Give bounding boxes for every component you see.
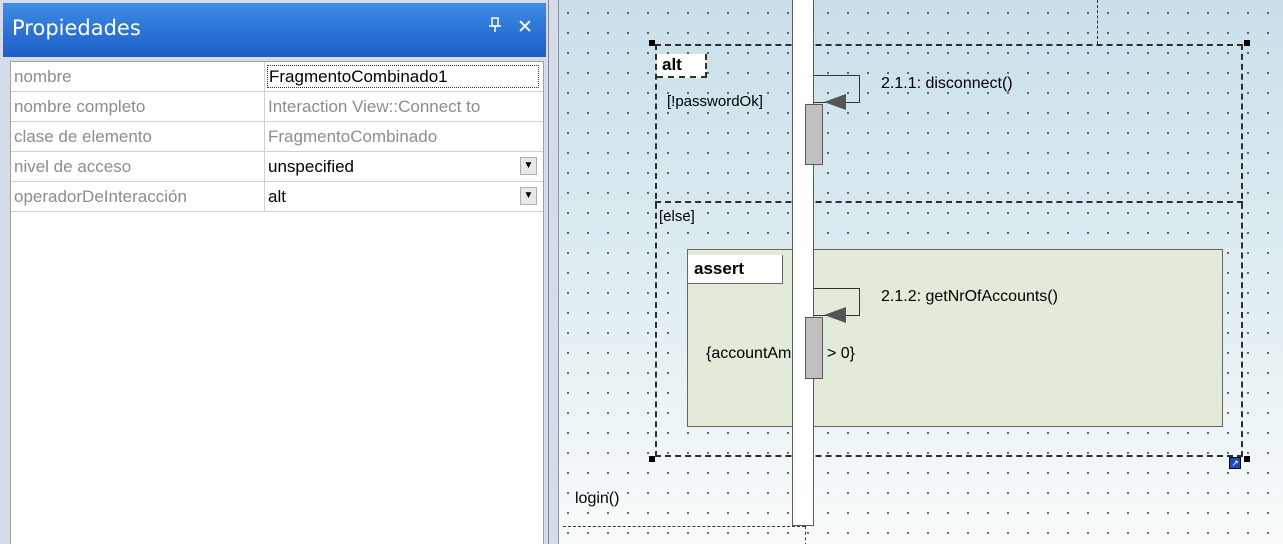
property-name: clase de elemento bbox=[11, 122, 265, 151]
message-login[interactable]: login() bbox=[575, 489, 619, 509]
interaction-operator-select[interactable]: alt ▼ bbox=[265, 182, 543, 211]
alt-fragment-label: alt bbox=[657, 54, 707, 78]
property-row-clase-de-elemento: clase de elemento FragmentoCombinado bbox=[11, 122, 543, 152]
chevron-down-icon[interactable]: ▼ bbox=[520, 187, 537, 205]
name-field[interactable] bbox=[267, 65, 539, 88]
close-icon[interactable]: ✕ bbox=[515, 16, 535, 40]
property-row-nivel-de-acceso[interactable]: nivel de acceso unspecified ▼ bbox=[11, 152, 543, 182]
assert-fragment-label: assert bbox=[688, 255, 783, 284]
else-guard[interactable]: [else] bbox=[659, 208, 695, 226]
pin-icon[interactable] bbox=[487, 17, 503, 41]
property-value[interactable] bbox=[265, 62, 543, 91]
property-grid-area: nombre nombre completo Interaction View:… bbox=[10, 61, 544, 544]
property-value: Interaction View::Connect to bbox=[268, 97, 481, 116]
message-disconnect[interactable]: 2.1.1: disconnect() bbox=[881, 74, 1013, 94]
activation-bar[interactable] bbox=[805, 104, 823, 165]
property-row-operador[interactable]: operadorDeInteracción alt ▼ bbox=[11, 182, 543, 212]
sequence-diagram-canvas[interactable]: alt [!passwordOk] [else] assert {account… bbox=[549, 0, 1283, 544]
state-invariant[interactable]: {accountAmount > 0} bbox=[706, 344, 855, 364]
access-level-value: unspecified bbox=[268, 157, 355, 176]
resize-handle-icon[interactable]: ↗ bbox=[1229, 457, 1241, 469]
property-row-nombre: nombre bbox=[11, 62, 543, 92]
property-name: nombre bbox=[11, 62, 265, 91]
login-dashed-line-vertical bbox=[805, 526, 806, 544]
lifeline-dashed-top bbox=[1097, 0, 1098, 44]
selection-handle[interactable] bbox=[649, 456, 655, 462]
selection-handle[interactable] bbox=[1244, 40, 1250, 46]
panel-title-bar: Propiedades ✕ bbox=[3, 3, 546, 57]
property-name: nombre completo bbox=[11, 92, 265, 121]
message-arrowhead bbox=[824, 94, 846, 110]
message-arrowhead bbox=[824, 307, 846, 323]
lifeline[interactable] bbox=[792, 0, 814, 526]
property-value: FragmentoCombinado bbox=[268, 127, 438, 146]
activation-bar[interactable] bbox=[805, 317, 823, 379]
panel-splitter[interactable] bbox=[549, 0, 559, 544]
selection-handle[interactable] bbox=[1244, 456, 1250, 462]
property-name: operadorDeInteracción bbox=[11, 182, 265, 211]
operand-separator bbox=[655, 201, 1243, 203]
alt-guard[interactable]: [!passwordOk] bbox=[667, 93, 763, 111]
property-row-nombre-completo: nombre completo Interaction View::Connec… bbox=[11, 92, 543, 122]
interaction-operator-value: alt bbox=[268, 187, 286, 206]
login-dashed-line bbox=[563, 526, 805, 527]
message-getnrofaccounts[interactable]: 2.1.2: getNrOfAccounts() bbox=[881, 287, 1058, 307]
chevron-down-icon[interactable]: ▼ bbox=[520, 157, 537, 175]
property-name: nivel de acceso bbox=[11, 152, 265, 181]
selection-handle[interactable] bbox=[649, 40, 655, 46]
panel-title: Propiedades bbox=[12, 16, 141, 40]
property-grid: nombre nombre completo Interaction View:… bbox=[11, 62, 543, 212]
properties-panel: Propiedades ✕ nombre nombre completo Int… bbox=[0, 0, 549, 544]
access-level-select[interactable]: unspecified ▼ bbox=[265, 152, 543, 181]
